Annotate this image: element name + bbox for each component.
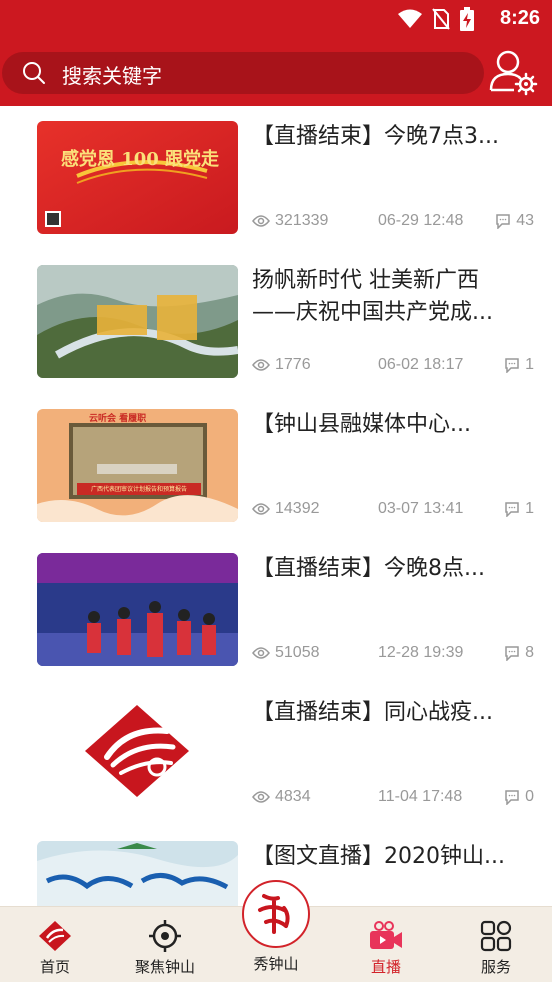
- battery-charging-icon: [460, 7, 474, 31]
- comments-count: 43: [495, 212, 534, 230]
- search-placeholder: 搜索关键字: [62, 64, 162, 88]
- views-count: 1776: [252, 356, 311, 374]
- app-header: 8:26 搜索关键字: [0, 0, 552, 106]
- feed-item-title: 扬帆新时代 壮美新广西 ——庆祝中国共产党成...: [252, 268, 493, 325]
- news-feed: 感党恩 100 跟党走 【直播结束】今晚7点3... 321339 06-29 …: [0, 106, 552, 970]
- nav-focus[interactable]: 聚焦钟山: [110, 907, 220, 982]
- comments-count: 0: [504, 788, 534, 806]
- nav-service[interactable]: 服务: [441, 907, 551, 982]
- feed-item-meta: 51058 12-28 19:39 8: [252, 644, 534, 666]
- nav-live[interactable]: 直播: [331, 907, 441, 982]
- status-icons: [398, 7, 474, 31]
- comment-icon: [505, 789, 519, 805]
- xiu-zhongshan-logo-icon: [246, 884, 306, 944]
- no-sim-icon: [432, 8, 450, 30]
- feed-item-title: 【钟山县融媒体中心...: [252, 412, 471, 437]
- feed-item[interactable]: 感党恩 100 跟党走 【直播结束】今晚7点3... 321339 06-29 …: [0, 106, 552, 250]
- comment-icon: [505, 501, 519, 517]
- eye-icon: [252, 503, 270, 515]
- eye-icon: [252, 359, 270, 371]
- wifi-icon: [398, 9, 422, 28]
- feed-item[interactable]: 扬帆新时代 壮美新广西 ——庆祝中国共产党成... 1776 06-02 18:…: [0, 250, 552, 394]
- grid-apps-icon: [480, 920, 512, 952]
- thumbnail-image: [37, 553, 238, 666]
- comments-count: 1: [504, 500, 534, 518]
- thumbnail-image: 感党恩 100 跟党走: [37, 121, 238, 234]
- thumbnail-banner: 广西代表团审议计划报告和预算报告: [90, 486, 187, 493]
- publish-date: 12-28 19:39: [378, 644, 464, 661]
- thumbnail-slogan: 感党恩 100 跟党走: [60, 149, 220, 170]
- feed-item-title: 【直播结束】今晚7点3...: [252, 124, 499, 149]
- publish-date: 06-29 12:48: [378, 212, 464, 229]
- thumbnail-tag: 云听会 看履职: [89, 414, 147, 424]
- views-count: 321339: [252, 212, 328, 230]
- thumbnail-image: [37, 697, 238, 810]
- feed-item-meta: 321339 06-29 12:48 43: [252, 212, 534, 234]
- user-settings-icon[interactable]: [488, 48, 538, 96]
- views-count: 4834: [252, 788, 311, 806]
- comments-count: 1: [504, 356, 534, 374]
- search-input[interactable]: 搜索关键字: [2, 52, 484, 94]
- feed-item[interactable]: 【直播结束】今晚8点... 51058 12-28 19:39 8: [0, 538, 552, 682]
- feed-item-title: 【直播结束】今晚8点...: [252, 556, 485, 581]
- thumbnail-image: 云听会 看履职 广西代表团审议计划报告和预算报告: [37, 409, 238, 522]
- publish-date: 06-02 18:17: [378, 356, 464, 373]
- comment-icon: [505, 357, 519, 373]
- home-logo-icon: [39, 921, 71, 951]
- publish-date: 11-04 17:48: [378, 788, 463, 805]
- views-count: 51058: [252, 644, 320, 662]
- nav-center-label: 秀钟山: [253, 955, 299, 973]
- app-logo-icon: [85, 705, 189, 797]
- feed-item-meta: 1776 06-02 18:17 1: [252, 356, 534, 378]
- feed-item-meta: 4834 11-04 17:48 0: [252, 788, 534, 810]
- video-camera-icon: [370, 921, 402, 949]
- status-bar: 8:26: [0, 0, 552, 38]
- feed-item-meta: 14392 03-07 13:41 1: [252, 500, 534, 522]
- feed-item-title: 【图文直播】2020钟山...: [252, 844, 505, 869]
- nav-home[interactable]: 首页: [0, 907, 110, 982]
- feed-item[interactable]: 【直播结束】同心战疫... 4834 11-04 17:48 0: [0, 682, 552, 826]
- target-icon: [149, 920, 181, 952]
- comment-icon: [505, 645, 519, 661]
- search-icon: [23, 62, 45, 84]
- nav-center-logo[interactable]: [242, 880, 310, 948]
- status-time: 8:26: [499, 7, 540, 29]
- eye-icon: [252, 791, 270, 803]
- feed-item[interactable]: 云听会 看履职 广西代表团审议计划报告和预算报告 【钟山县融媒体中心... 14…: [0, 394, 552, 538]
- views-count: 14392: [252, 500, 320, 518]
- publish-date: 03-07 13:41: [378, 500, 464, 517]
- eye-icon: [252, 215, 270, 227]
- feed-item-title: 【直播结束】同心战疫...: [252, 700, 493, 725]
- thumbnail-image: [37, 265, 238, 378]
- comments-count: 8: [504, 644, 534, 662]
- comment-icon: [496, 213, 510, 229]
- eye-icon: [252, 647, 270, 659]
